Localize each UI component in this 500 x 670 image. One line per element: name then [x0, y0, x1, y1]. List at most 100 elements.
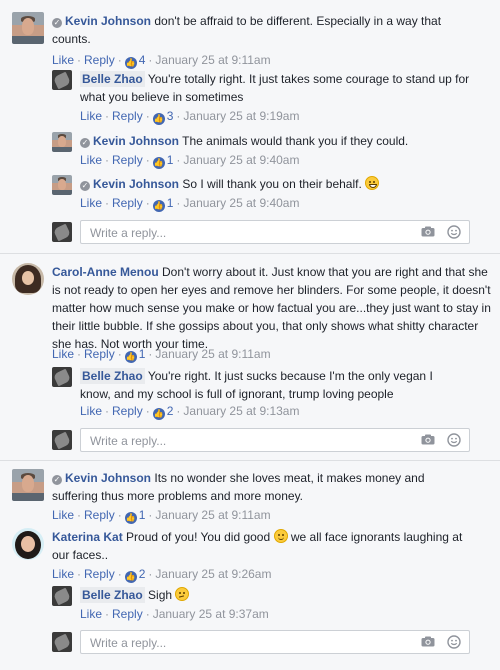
like-link[interactable]: Like	[52, 347, 74, 361]
avatar[interactable]	[12, 12, 44, 44]
smiling-face-icon	[273, 529, 288, 543]
thumbs-up-icon[interactable]: 👍	[152, 157, 165, 169]
thumbs-up-icon[interactable]: 👍	[124, 571, 137, 583]
timestamp[interactable]: January 25 at 9:40am	[183, 153, 299, 167]
like-link[interactable]: Like	[80, 196, 102, 210]
reply-link[interactable]: Reply	[112, 196, 143, 210]
comment-actions: Like · Reply · 👍 1 · January 25 at 9:11am	[52, 508, 271, 524]
reply-actions: Like · Reply · 👍 3 · January 25 at 9:19am	[80, 109, 300, 125]
author-name[interactable]: Belle Zhao	[80, 71, 145, 87]
like-count[interactable]: 2	[167, 404, 174, 418]
reply-link[interactable]: Reply	[112, 109, 143, 123]
reply-composer	[52, 220, 492, 244]
author-name[interactable]: Kevin Johnson	[93, 177, 179, 191]
thumbs-up-icon[interactable]: 👍	[152, 113, 165, 125]
reply-link[interactable]: Reply	[112, 607, 143, 621]
like-count[interactable]: 3	[167, 109, 174, 123]
verified-check-icon: ✓	[80, 181, 90, 191]
like-count[interactable]: 1	[167, 196, 174, 210]
reply-input[interactable]	[88, 223, 392, 243]
verified-check-icon: ✓	[52, 18, 62, 28]
author-name[interactable]: Belle Zhao	[80, 587, 145, 603]
comment-actions: Like · Reply · 👍 4 · January 25 at 9:11am	[52, 53, 271, 69]
avatar[interactable]	[52, 586, 72, 606]
reply-composer	[52, 630, 492, 654]
author-name[interactable]: Kevin Johnson	[65, 471, 151, 485]
reply-input[interactable]	[88, 431, 392, 451]
reply-actions: Like · Reply · January 25 at 9:37am	[80, 607, 269, 621]
reply-actions: Like · Reply · 👍 2 · January 25 at 9:13am	[80, 404, 300, 420]
reply-link[interactable]: Reply	[84, 347, 115, 361]
timestamp[interactable]: January 25 at 9:11am	[155, 347, 270, 361]
reply-link[interactable]: Reply	[84, 53, 115, 67]
like-link[interactable]: Like	[52, 567, 74, 581]
like-count[interactable]: 1	[139, 508, 146, 522]
emoji-picker-icon[interactable]	[447, 433, 461, 447]
divider	[0, 460, 500, 461]
emoji-picker-icon[interactable]	[447, 635, 461, 649]
like-count[interactable]: 4	[139, 53, 146, 67]
thumbs-up-icon[interactable]: 👍	[152, 408, 165, 420]
like-link[interactable]: Like	[52, 508, 74, 522]
like-count[interactable]: 1	[167, 153, 174, 167]
reply-input[interactable]	[88, 633, 392, 653]
timestamp[interactable]: January 25 at 9:26am	[155, 567, 271, 581]
author-name[interactable]: Kevin Johnson	[93, 134, 179, 148]
reply-link[interactable]: Reply	[112, 404, 143, 418]
timestamp[interactable]: January 25 at 9:11am	[155, 508, 270, 522]
avatar[interactable]	[52, 175, 72, 195]
avatar[interactable]	[12, 469, 44, 501]
thumbs-up-icon[interactable]: 👍	[124, 57, 137, 69]
avatar[interactable]	[52, 70, 72, 90]
like-count[interactable]: 2	[139, 567, 146, 581]
timestamp[interactable]: January 25 at 9:37am	[153, 607, 269, 621]
thumbs-up-icon[interactable]: 👍	[124, 512, 137, 524]
thumbs-up-icon[interactable]: 👍	[124, 351, 137, 363]
reply-text: So I will thank you on their behalf.	[182, 177, 362, 191]
timestamp[interactable]: January 25 at 9:19am	[183, 109, 299, 123]
like-link[interactable]: Like	[80, 607, 102, 621]
reply-actions: Like · Reply · 👍 1 · January 25 at 9:40am	[80, 153, 300, 169]
author-name[interactable]: Katerina Kat	[52, 530, 123, 544]
reply-text: Sigh	[148, 588, 173, 602]
timestamp[interactable]: January 25 at 9:13am	[183, 404, 299, 418]
author-name[interactable]: Kevin Johnson	[65, 14, 151, 28]
reply-input-box[interactable]	[80, 428, 470, 452]
author-name[interactable]: Carol-Anne Menou	[52, 265, 159, 279]
reply-input-box[interactable]	[80, 630, 470, 654]
reply-input-box[interactable]	[80, 220, 470, 244]
comment-text: Proud of you! You did good	[126, 530, 271, 544]
avatar	[52, 632, 72, 652]
confused-face-icon	[175, 587, 190, 601]
reply-link[interactable]: Reply	[84, 567, 115, 581]
avatar[interactable]	[52, 132, 72, 152]
avatar	[52, 430, 72, 450]
thumbs-up-icon[interactable]: 👍	[152, 200, 165, 212]
comment-actions: Like · Reply · 👍 1 · January 25 at 9:11am	[52, 347, 271, 363]
verified-check-icon: ✓	[52, 475, 62, 485]
like-link[interactable]: Like	[80, 109, 102, 123]
reply-text: The animals would thank you if they coul…	[182, 134, 409, 148]
grinning-face-icon	[365, 176, 380, 190]
timestamp[interactable]: January 25 at 9:11am	[155, 53, 270, 67]
reply-actions: Like · Reply · 👍 1 · January 25 at 9:40am	[80, 196, 300, 212]
camera-icon[interactable]	[421, 226, 435, 237]
timestamp[interactable]: January 25 at 9:40am	[183, 196, 299, 210]
like-link[interactable]: Like	[80, 404, 102, 418]
like-link[interactable]: Like	[80, 153, 102, 167]
camera-icon[interactable]	[421, 636, 435, 647]
reply-link[interactable]: Reply	[112, 153, 143, 167]
avatar	[52, 222, 72, 242]
author-name[interactable]: Belle Zhao	[80, 368, 145, 384]
avatar[interactable]	[52, 367, 72, 387]
reply-composer	[52, 428, 492, 452]
avatar[interactable]	[12, 528, 44, 560]
avatar[interactable]	[12, 263, 44, 295]
like-link[interactable]: Like	[52, 53, 74, 67]
comment-actions: Like · Reply · 👍 2 · January 25 at 9:26am	[52, 567, 272, 583]
divider	[0, 253, 500, 254]
emoji-picker-icon[interactable]	[447, 225, 461, 239]
like-count[interactable]: 1	[139, 347, 146, 361]
camera-icon[interactable]	[421, 434, 435, 445]
reply-link[interactable]: Reply	[84, 508, 115, 522]
